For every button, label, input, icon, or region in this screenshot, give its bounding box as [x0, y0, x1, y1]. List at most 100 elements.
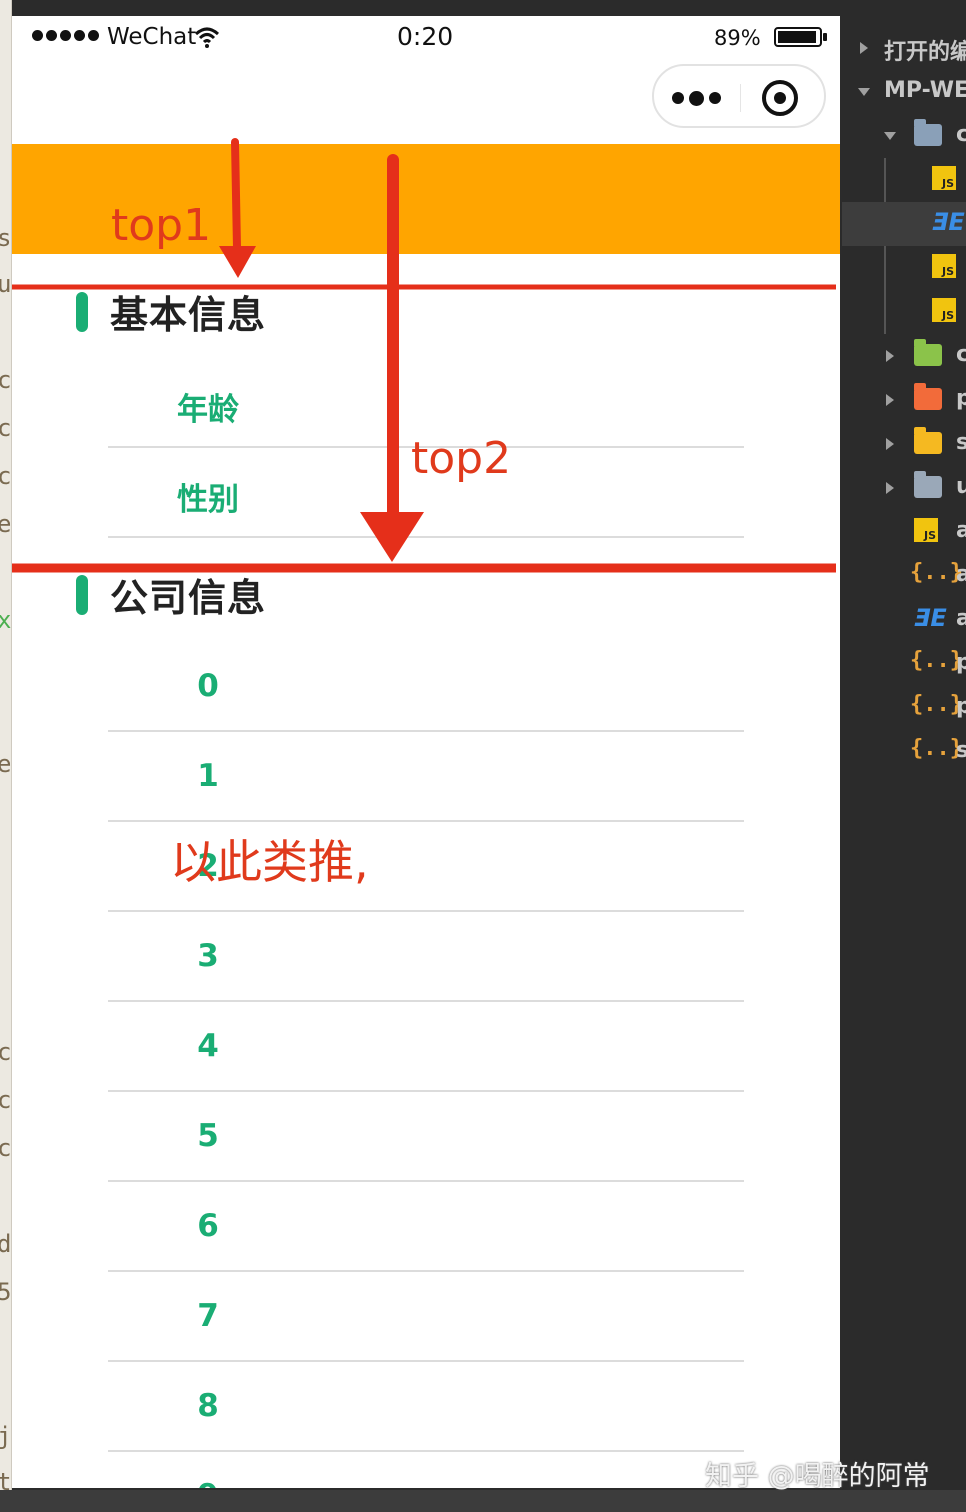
editor-edge-char: c [0, 414, 11, 442]
tree-row-file[interactable]: ƎE a [842, 598, 966, 642]
tree-label: a [956, 606, 966, 631]
js-file-icon: JS [932, 298, 956, 322]
status-bar: WeChat 0:20 89% [12, 16, 840, 60]
tree-row-file[interactable]: JS [842, 246, 966, 290]
tree-label: c [956, 122, 966, 147]
tree-row-folder[interactable]: u [842, 466, 966, 510]
list-item-label: 0 [197, 668, 219, 704]
chevron-right-icon [886, 350, 894, 362]
pages-folder-icon [914, 383, 942, 410]
editor-edge-char: c [0, 1134, 11, 1162]
chevron-right-icon [886, 482, 894, 494]
list-item-label: 4 [197, 1028, 219, 1064]
tree-label: s [956, 738, 966, 763]
status-time: 0:20 [397, 22, 454, 51]
list-item-label: 8 [197, 1388, 219, 1424]
chevron-right-icon [886, 394, 894, 406]
tree-label: s [956, 430, 966, 455]
editor-edge-char: c [0, 1086, 11, 1114]
chevron-down-icon [884, 132, 896, 140]
signal-strength-icon [32, 30, 99, 41]
tree-row-file[interactable]: JS a [842, 510, 966, 554]
wifi-icon [194, 27, 220, 48]
css-file-icon: ƎE [932, 208, 965, 236]
js-file-icon: JS [932, 166, 956, 190]
list-item-label: 7 [197, 1298, 219, 1334]
mini-program-capsule [652, 64, 826, 128]
list-item[interactable]: 7 [108, 1272, 744, 1362]
bottom-strip [0, 1490, 966, 1512]
folder-icon [914, 471, 942, 498]
section-title: 基本信息 [110, 293, 267, 337]
tree-label: p [956, 650, 966, 675]
more-icon[interactable] [672, 88, 722, 108]
list-item-label: 年龄 [177, 392, 239, 428]
editor-edge-char: x [0, 606, 11, 634]
close-target-icon[interactable] [762, 80, 798, 116]
editor-edge-char: 5 [0, 1278, 11, 1306]
editor-edge-char: j [0, 1422, 11, 1450]
editor-edge-char: s [0, 224, 11, 252]
tree-label: a [956, 518, 966, 543]
list-item[interactable]: 0 [108, 642, 744, 732]
editor-edge-char: e [0, 750, 11, 778]
editor-edge-char: e [0, 510, 11, 538]
tree-row-folder[interactable]: s [842, 422, 966, 466]
list-item[interactable]: 9 [108, 1452, 744, 1488]
tree-label: u [956, 474, 966, 499]
tree-row-file[interactable]: {..} p [842, 642, 966, 686]
folder-open-icon [914, 119, 942, 146]
tree-label: p [956, 386, 966, 411]
css-file-icon: ƎE [914, 604, 947, 632]
list-item-label: 1 [197, 758, 219, 794]
section-accent-bar [76, 575, 88, 615]
tree-row-folder[interactable]: c [842, 114, 966, 158]
list-item[interactable]: 3 [108, 912, 744, 1002]
section-title: 公司信息 [110, 576, 267, 620]
list-item[interactable]: 4 [108, 1002, 744, 1092]
tree-row-file[interactable]: JS [842, 290, 966, 334]
list-item[interactable]: 5 [108, 1092, 744, 1182]
tree-row-folder[interactable]: c [842, 334, 966, 378]
tree-row-file[interactable]: {..} p [842, 686, 966, 730]
tree-row-project[interactable]: MP-WE [842, 70, 966, 114]
list-item-label: 5 [197, 1118, 219, 1154]
annotation-top1: top1 [111, 200, 212, 251]
list-item-label: 性别 [177, 482, 239, 518]
list-item[interactable]: 8 [108, 1362, 744, 1452]
list-item[interactable]: 6 [108, 1182, 744, 1272]
tree-label: c [956, 342, 966, 367]
tree-label: 打开的编 [884, 40, 966, 65]
chevron-right-icon [860, 42, 868, 54]
editor-edge-char: c [0, 366, 11, 394]
capsule-divider [740, 84, 741, 112]
chevron-down-icon [858, 88, 870, 96]
tree-label: p [956, 694, 966, 719]
tree-row-file[interactable]: JS [842, 158, 966, 202]
battery-percent: 89% [714, 26, 761, 50]
components-folder-icon [914, 339, 942, 366]
list-item-label: 9 [108, 1478, 308, 1488]
tree-label: a [956, 562, 966, 587]
list-item[interactable]: 1 [108, 732, 744, 822]
tree-row-file[interactable]: {..} a [842, 554, 966, 598]
tree-row-open-editors[interactable]: 打开的编 [842, 26, 966, 70]
chevron-right-icon [886, 438, 894, 450]
editor-edge-char: t [0, 1468, 11, 1490]
js-file-icon: JS [914, 518, 938, 542]
editor-edge-char: u [0, 270, 11, 298]
tree-row-folder[interactable]: p [842, 378, 966, 422]
list-item-label: 6 [197, 1208, 219, 1244]
tree-label: MP-WE [884, 78, 966, 103]
battery-icon [774, 27, 827, 47]
js-file-icon: JS [932, 254, 956, 278]
annotation-etc: 以此类推, [170, 835, 369, 889]
editor-edge-char: d [0, 1230, 11, 1258]
tree-row-file[interactable]: {..} s [842, 730, 966, 774]
watermark: 知乎 @喝醉的阿常 [705, 1461, 930, 1492]
annotation-top2: top2 [411, 433, 512, 484]
list-item-label: 3 [197, 938, 219, 974]
carrier-name: WeChat [107, 24, 197, 50]
editor-edge-char: c [0, 1038, 11, 1066]
tree-row-file-selected[interactable]: ƎE [842, 202, 966, 246]
